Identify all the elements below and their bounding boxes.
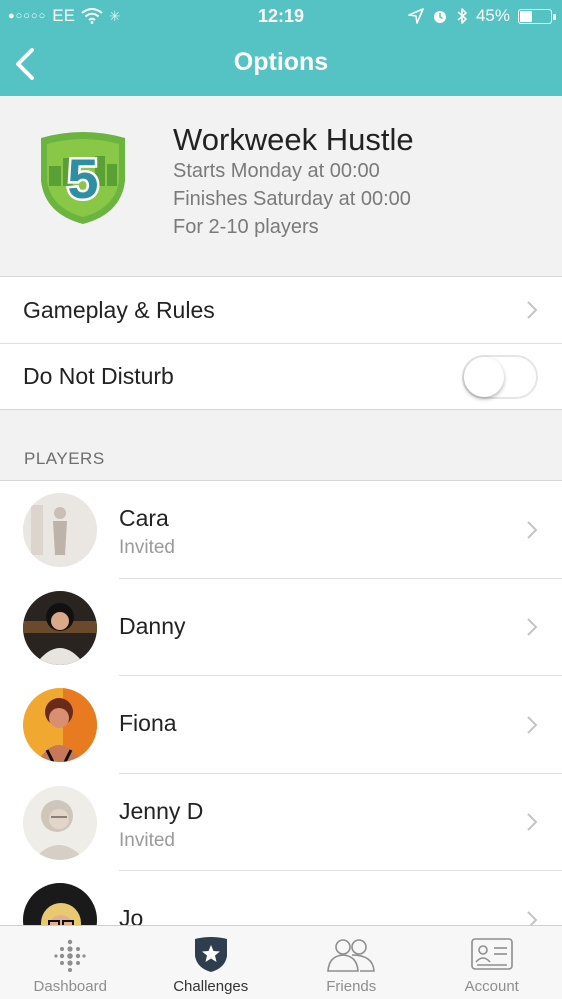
challenge-badge-icon: 5 bbox=[41, 132, 125, 224]
do-not-disturb-toggle[interactable] bbox=[462, 355, 538, 399]
tab-friends[interactable]: Friends bbox=[281, 926, 422, 999]
avatar bbox=[23, 493, 97, 567]
players-list: Cara Invited Danny Fiona Jenny D Invited… bbox=[0, 480, 562, 925]
gameplay-rules-row[interactable]: Gameplay & Rules bbox=[0, 277, 562, 343]
badge-number: 5 bbox=[67, 147, 98, 210]
tab-label: Account bbox=[464, 978, 519, 995]
player-name: Jo bbox=[119, 905, 144, 925]
toggle-knob bbox=[464, 357, 504, 397]
tab-label: Friends bbox=[326, 978, 377, 995]
avatar bbox=[23, 883, 97, 925]
challenge-players-range: For 2-10 players bbox=[173, 216, 319, 238]
chevron-right-icon bbox=[527, 911, 538, 925]
player-name: Fiona bbox=[119, 710, 177, 736]
player-name: Jenny D bbox=[119, 797, 204, 824]
gameplay-rules-label: Gameplay & Rules bbox=[23, 296, 215, 323]
players-section-label: PLAYERS bbox=[24, 449, 105, 468]
bluetooth-icon bbox=[457, 8, 467, 24]
page-title: Options bbox=[233, 48, 329, 76]
dots-grid-icon bbox=[54, 939, 86, 972]
player-row-fiona[interactable]: Fiona bbox=[0, 676, 562, 774]
challenge-header: 5 Workweek Hustle Starts Monday at 00:00… bbox=[0, 96, 562, 277]
avatar bbox=[23, 590, 97, 665]
star-shield-icon bbox=[194, 937, 227, 972]
chevron-right-icon bbox=[527, 521, 538, 539]
chevron-right-icon bbox=[527, 618, 538, 636]
player-name: Cara bbox=[119, 505, 169, 531]
settings-list: Gameplay & Rules Do Not Disturb bbox=[0, 277, 562, 410]
alarm-icon bbox=[433, 11, 446, 23]
tab-challenges[interactable]: Challenges bbox=[141, 926, 282, 999]
tab-dashboard[interactable]: Dashboard bbox=[0, 926, 141, 999]
chevron-right-icon bbox=[527, 716, 538, 734]
battery-percent: 45% bbox=[475, 6, 510, 25]
chevron-right-icon bbox=[527, 813, 538, 831]
chevron-right-icon bbox=[527, 301, 538, 319]
avatar bbox=[23, 785, 97, 860]
tab-label: Challenges bbox=[173, 978, 249, 995]
tab-bar: Dashboard Challenges Friends Account bbox=[0, 925, 562, 999]
challenge-start: Starts Monday at 00:00 bbox=[173, 160, 380, 182]
player-status: Invited bbox=[119, 829, 175, 851]
challenge-name: Workweek Hustle bbox=[173, 122, 414, 157]
avatar bbox=[23, 688, 97, 762]
friends-icon bbox=[327, 939, 376, 972]
player-row-danny[interactable]: Danny bbox=[0, 579, 562, 677]
status-bar: ●○○○○ EE ✳ 12:19 45% bbox=[0, 0, 562, 32]
id-card-icon bbox=[470, 938, 513, 970]
battery-fill bbox=[520, 10, 533, 22]
player-name: Danny bbox=[119, 612, 186, 639]
challenge-finish: Finishes Saturday at 00:00 bbox=[173, 188, 411, 210]
tab-label: Dashboard bbox=[33, 978, 107, 995]
status-right: 45% bbox=[408, 6, 556, 26]
do-not-disturb-label: Do Not Disturb bbox=[23, 363, 174, 389]
player-row-jo[interactable]: Jo bbox=[0, 871, 562, 925]
tab-account[interactable]: Account bbox=[422, 926, 562, 999]
battery-icon bbox=[518, 8, 556, 24]
player-status: Invited bbox=[119, 537, 175, 558]
location-icon bbox=[408, 8, 424, 24]
nav-bar: Options bbox=[0, 32, 562, 96]
player-row-jenny-d[interactable]: Jenny D Invited bbox=[0, 774, 562, 872]
player-row-cara[interactable]: Cara Invited bbox=[0, 481, 562, 579]
do-not-disturb-row: Do Not Disturb bbox=[0, 343, 562, 409]
